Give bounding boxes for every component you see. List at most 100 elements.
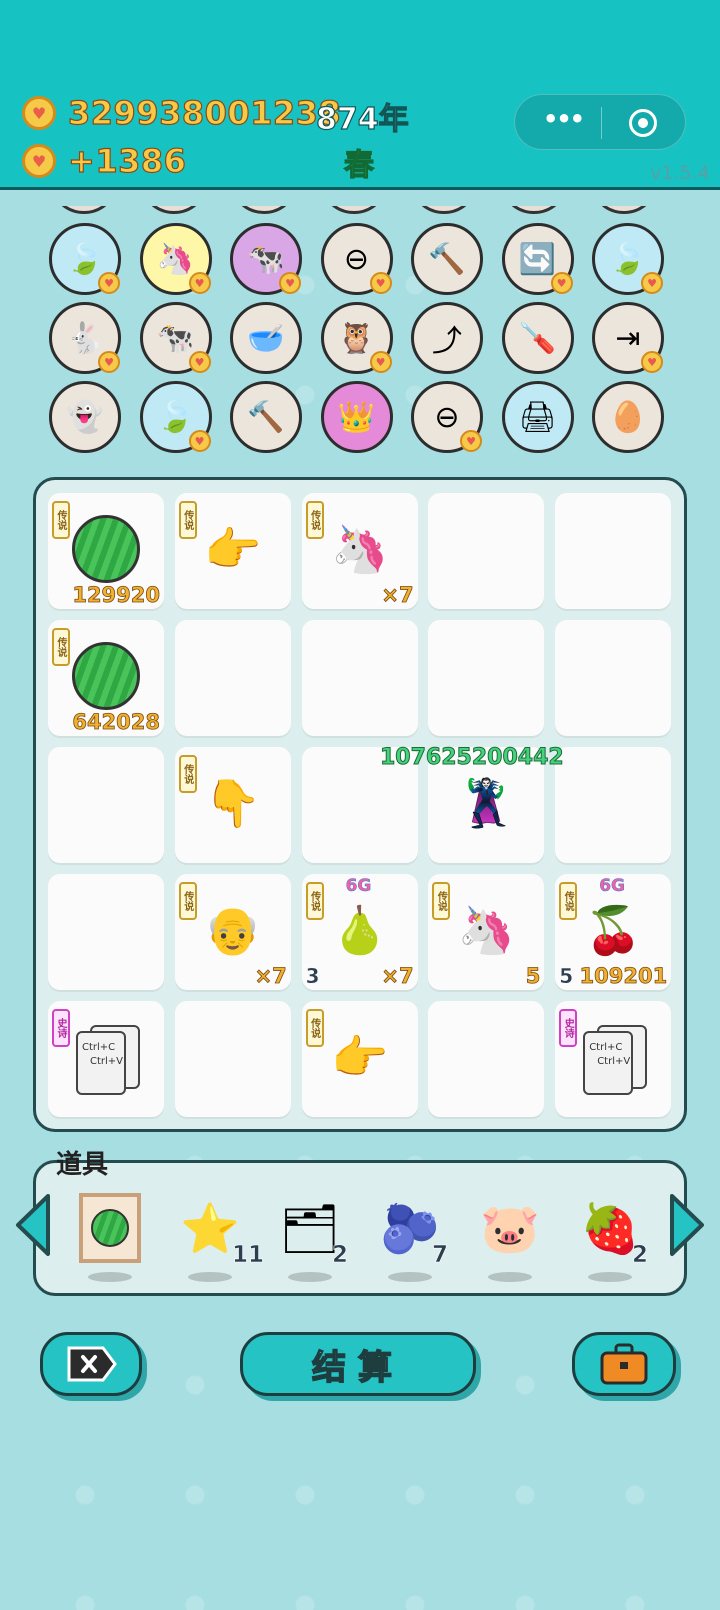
board-cell[interactable] <box>48 747 164 863</box>
pointing-hand-down-icon: 👇 <box>204 775 262 830</box>
legend-tag: 传说 <box>178 882 197 920</box>
more-dots-icon[interactable]: ••• <box>543 105 585 133</box>
heart-badge-icon: ♥ <box>188 272 211 294</box>
board-cell[interactable]: 传说 👉 <box>174 493 291 609</box>
prop-count: 11 <box>232 1242 265 1269</box>
board-cell[interactable] <box>428 620 545 736</box>
epic-tag: 史诗 <box>52 1009 70 1047</box>
framed-melon-icon[interactable] <box>70 1188 150 1282</box>
briefcase-icon <box>600 1343 648 1385</box>
capsule-divider <box>601 107 602 139</box>
heart-badge-icon: ♥ <box>460 430 482 452</box>
board-cell[interactable] <box>555 493 672 609</box>
arrow-left-icon[interactable] <box>12 1192 52 1258</box>
unicorn-icon[interactable]: 🦄 ♥ <box>139 223 212 295</box>
board-cell[interactable] <box>428 1001 545 1117</box>
heart-badge-icon: ♥ <box>188 351 211 373</box>
leaf-icon[interactable]: 🍃 ♥ <box>139 381 212 453</box>
board-cell[interactable]: 传说 642028 <box>48 620 164 736</box>
pear-icon: 🍐 <box>330 902 389 957</box>
board-cell[interactable]: 传说 🦄 ×7 <box>301 493 418 609</box>
heart-badge-icon: ♥ <box>98 351 120 373</box>
target-circle-icon[interactable] <box>629 109 657 137</box>
watermelon-icon <box>72 515 140 583</box>
skip-icon[interactable]: ⇥ ♥ <box>592 302 664 374</box>
cell-value: ×7 <box>254 964 287 989</box>
cell-count: 5 <box>559 964 574 988</box>
board-cell[interactable]: 传说 👉 <box>301 1001 418 1117</box>
minus-circle-icon[interactable]: ⊖ ♥ <box>320 223 393 295</box>
twin-cows-icon[interactable]: 🐄 ♥ <box>139 302 212 374</box>
twin-cows-icon[interactable]: 🐄 ♥ <box>230 223 302 295</box>
crown-box-icon[interactable]: 👑 <box>320 381 393 453</box>
hammer-icon[interactable]: 🔨 <box>411 223 483 295</box>
screwdriver-icon[interactable]: 🪛 <box>501 302 574 374</box>
legend-tag: 传说 <box>52 628 70 666</box>
minus-circle-icon[interactable]: ⊖ ♥ <box>411 381 483 453</box>
board-cell[interactable] <box>301 620 418 736</box>
arrow-right-icon[interactable] <box>668 1192 708 1258</box>
discard-button[interactable] <box>40 1332 142 1396</box>
legend-tag: 传说 <box>432 882 451 920</box>
old-man-icon: 👴 <box>204 902 262 957</box>
board-cell[interactable]: 传说 🍒 6G 109201 5 <box>555 874 672 990</box>
board-cell[interactable]: 传说 🍐 6G ×7 3 <box>301 874 418 990</box>
pointing-hand-icon: 👉 <box>204 521 262 576</box>
scrolled-tool-row <box>45 206 685 216</box>
board-cell[interactable]: 史诗 Ctrl+C Ctrl+V <box>555 1001 672 1117</box>
board-cell[interactable] <box>428 493 545 609</box>
board-cell[interactable] <box>555 620 672 736</box>
cell-value: 642028 <box>72 710 160 735</box>
hammer-icon[interactable]: 🔨 <box>230 381 302 453</box>
heart-badge-icon: ♥ <box>641 351 663 373</box>
heart-badge-icon: ♥ <box>98 272 120 294</box>
coin-icon: ♥ <box>22 144 56 178</box>
legend-tag: 传说 <box>559 882 578 920</box>
unicorn-icon: 🦄 <box>457 902 516 957</box>
settle-button[interactable]: 结算 <box>240 1332 476 1396</box>
heart-badge-icon: ♥ <box>279 272 301 294</box>
coin-icon: ♥ <box>22 96 56 130</box>
delete-tag-icon <box>67 1346 117 1382</box>
food-bowl-icon[interactable]: 🥣 <box>230 302 302 374</box>
cell-value: ×7 <box>381 964 414 989</box>
board-cell[interactable] <box>174 1001 291 1117</box>
heart-badge-icon: ♥ <box>550 272 573 294</box>
board-cell[interactable]: 传说 👇 <box>174 747 291 863</box>
unicorn-icon: 🦄 <box>330 521 389 576</box>
board-cell[interactable] <box>48 874 164 990</box>
board-cell[interactable]: 史诗 Ctrl+C Ctrl+V <box>48 1001 164 1117</box>
backpack-button[interactable] <box>572 1332 676 1396</box>
settle-button-label: 结算 <box>311 1347 404 1389</box>
robber-icon: 🦹 <box>457 775 516 830</box>
board-cell[interactable]: 传说 129920 <box>48 493 164 609</box>
cell-value: ×7 <box>381 583 414 608</box>
legend-tag: 传说 <box>305 1009 324 1047</box>
heart-badge-icon: ♥ <box>369 272 392 294</box>
printer-icon[interactable]: 🖨 <box>501 381 574 453</box>
board-cell[interactable]: 传说 👴 ×7 <box>174 874 291 990</box>
cell-value: 129920 <box>72 583 160 608</box>
piggy-bank-icon[interactable]: 🐷 <box>470 1188 550 1282</box>
leaf-icon[interactable]: 🍃 ♥ <box>49 223 121 295</box>
heart-badge-icon: ♥ <box>641 272 663 294</box>
season-label: 春 <box>343 147 374 183</box>
refresh-icon[interactable]: 🔄 ♥ <box>501 223 574 295</box>
board-cell[interactable] <box>174 620 291 736</box>
rabbit-icon[interactable]: 🐇 ♥ <box>49 302 121 374</box>
leaf-icon[interactable]: 🍃 ♥ <box>592 223 664 295</box>
level-badge: 6G <box>599 876 625 897</box>
legend-tag: 传说 <box>178 501 197 539</box>
epic-tag: 史诗 <box>559 1009 578 1047</box>
cherries-icon: 🍒 <box>584 902 642 957</box>
owl-icon[interactable]: 🦉 ♥ <box>320 302 393 374</box>
egg-tray-icon[interactable]: 🥚 <box>592 381 664 453</box>
ghost-icon[interactable]: 👻 <box>49 381 121 453</box>
pointing-hand-icon: 👉 <box>330 1029 389 1084</box>
curve-arrow-icon[interactable]: ⤴ <box>411 302 483 374</box>
board-cell[interactable] <box>555 747 672 863</box>
prop-count: 2 <box>632 1242 649 1269</box>
board-cell[interactable]: 传说 🦄 5 <box>428 874 545 990</box>
heart-badge-icon: ♥ <box>188 430 211 452</box>
mini-program-capsule: ••• <box>514 94 686 150</box>
